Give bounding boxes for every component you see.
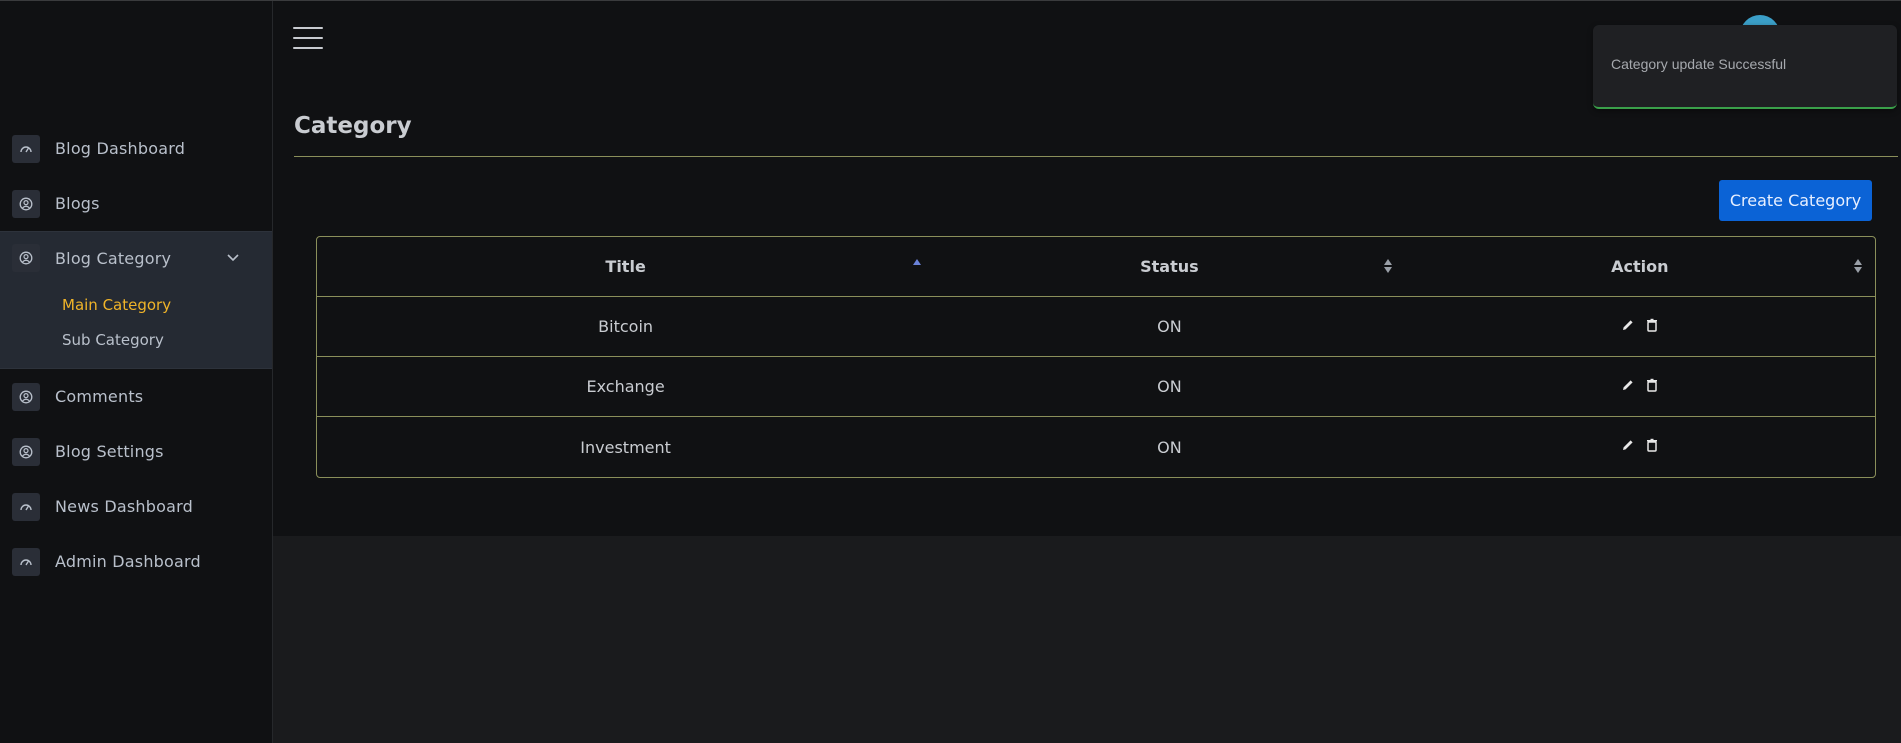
- sidebar-nav: Blog Dashboard Blogs Blog Category Main: [0, 121, 272, 589]
- sidebar-item-label: Admin Dashboard: [55, 552, 201, 571]
- cell-title: Exchange: [586, 377, 665, 396]
- user-circle-icon: [12, 437, 40, 466]
- sidebar-item-blog-category[interactable]: Blog Category: [0, 232, 272, 284]
- table-row: Exchange ON: [317, 357, 1875, 417]
- sidebar-item-comments[interactable]: Comments: [0, 369, 272, 424]
- category-table: Title Status Action Bitcoin ON Exchange …: [316, 236, 1876, 478]
- speedometer-icon: [12, 547, 40, 576]
- user-circle-icon: [12, 189, 40, 218]
- cell-actions: [1405, 417, 1875, 477]
- edit-pencil-icon[interactable]: [1620, 437, 1636, 453]
- speedometer-icon: [12, 134, 40, 163]
- toast-message: Category update Successful: [1611, 56, 1787, 72]
- column-header-action[interactable]: Action: [1405, 237, 1875, 296]
- sidebar-group-blog-category: Blog Category Main Category Sub Category: [0, 231, 272, 369]
- delete-trash-icon[interactable]: [1644, 377, 1660, 393]
- sort-asc-icon[interactable]: [912, 257, 922, 275]
- divider: [294, 156, 1898, 157]
- sidebar-submenu: Main Category Sub Category: [0, 284, 272, 368]
- cell-status: ON: [1157, 437, 1182, 457]
- table-row: Investment ON: [317, 417, 1875, 477]
- cell-status: ON: [1157, 317, 1182, 336]
- sidebar-item-blogs[interactable]: Blogs: [0, 176, 272, 231]
- table-row: Bitcoin ON: [317, 297, 1875, 357]
- sidebar-item-label: Blog Category: [55, 248, 172, 268]
- user-circle-icon: [12, 382, 40, 411]
- sort-icon[interactable]: [1853, 257, 1863, 275]
- create-category-button[interactable]: Create Category: [1719, 180, 1872, 221]
- sidebar: Blog Dashboard Blogs Blog Category Main: [0, 1, 273, 743]
- page-title: Category: [294, 113, 412, 139]
- chevron-down-icon[interactable]: [226, 250, 240, 264]
- sidebar-item-label: Blog Dashboard: [55, 139, 186, 158]
- sidebar-item-label: Blog Settings: [55, 442, 164, 461]
- sidebar-item-blog-settings[interactable]: Blog Settings: [0, 424, 272, 479]
- cell-actions: [1405, 357, 1875, 416]
- cell-title: Bitcoin: [598, 317, 654, 336]
- column-header-status[interactable]: Status: [934, 237, 1404, 296]
- sidebar-item-news-dashboard[interactable]: News Dashboard: [0, 479, 272, 534]
- submenu-item-main-category[interactable]: Main Category: [62, 288, 272, 323]
- sidebar-item-label: Blogs: [55, 194, 100, 213]
- cell-actions: [1405, 297, 1875, 356]
- sidebar-item-label: Comments: [55, 387, 144, 406]
- user-circle-icon: [12, 244, 40, 272]
- sidebar-item-admin-dashboard[interactable]: Admin Dashboard: [0, 534, 272, 589]
- sidebar-item-blog-dashboard[interactable]: Blog Dashboard: [0, 121, 272, 176]
- column-header-title[interactable]: Title: [317, 237, 934, 296]
- edit-pencil-icon[interactable]: [1620, 377, 1636, 393]
- sidebar-item-label: News Dashboard: [55, 497, 193, 516]
- app-window: Blog Dashboard Blogs Blog Category Main: [0, 0, 1901, 743]
- cell-title: Investment: [580, 437, 671, 457]
- speedometer-icon: [12, 492, 40, 521]
- table-header-row: Title Status Action: [317, 237, 1875, 297]
- hamburger-menu-icon[interactable]: [293, 27, 323, 51]
- sort-icon[interactable]: [1383, 257, 1393, 275]
- cell-status: ON: [1157, 377, 1182, 396]
- success-toast[interactable]: Category update Successful: [1593, 25, 1897, 109]
- delete-trash-icon[interactable]: [1644, 437, 1660, 453]
- submenu-item-sub-category[interactable]: Sub Category: [62, 323, 272, 358]
- edit-pencil-icon[interactable]: [1620, 317, 1636, 333]
- delete-trash-icon[interactable]: [1644, 317, 1660, 333]
